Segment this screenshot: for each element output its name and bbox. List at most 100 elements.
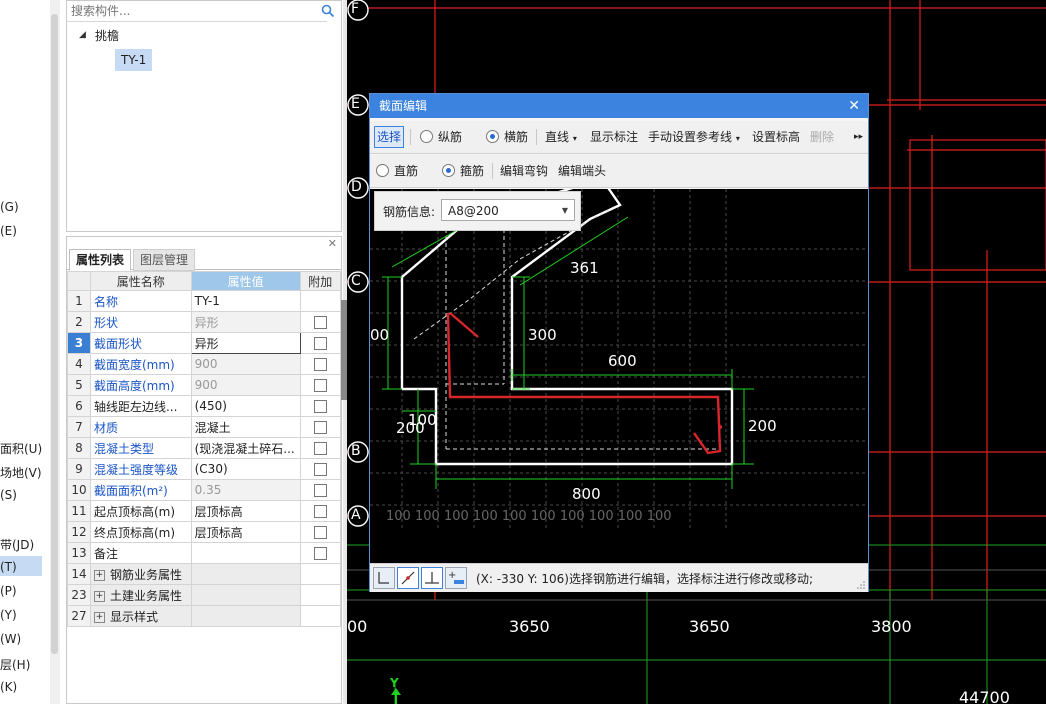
- property-row[interactable]: 1 名称 TY-1: [67, 290, 342, 312]
- property-extra[interactable]: [299, 521, 342, 543]
- strip-item[interactable]: 场地(V): [0, 464, 42, 481]
- property-value[interactable]: TY-1: [190, 290, 301, 312]
- property-row[interactable]: 9 混凝土强度等级 (C30): [67, 458, 342, 480]
- property-row[interactable]: 27 + 显示样式: [67, 605, 342, 627]
- property-value[interactable]: 异形: [190, 332, 301, 354]
- property-value[interactable]: 900: [190, 353, 301, 375]
- strip-item[interactable]: (G): [0, 200, 19, 214]
- left-scrollbar[interactable]: [50, 0, 60, 704]
- select-button[interactable]: 选择: [374, 126, 404, 148]
- edit-end-button[interactable]: 编辑端头: [558, 162, 606, 180]
- line-dropdown-button[interactable]: 直线 ▾: [545, 128, 577, 148]
- checkbox[interactable]: [313, 337, 327, 350]
- checkbox[interactable]: [313, 526, 327, 539]
- property-row[interactable]: 6 轴线距左边线... (450): [67, 395, 342, 417]
- checkbox[interactable]: [313, 358, 327, 371]
- property-value[interactable]: (现浇混凝土碎石...: [190, 437, 301, 459]
- collapse-triangle-icon[interactable]: ◢: [79, 30, 86, 40]
- checkbox[interactable]: [313, 505, 327, 518]
- property-extra[interactable]: [299, 353, 342, 375]
- radio-selected-icon[interactable]: [486, 130, 499, 143]
- property-value[interactable]: (450): [190, 395, 301, 417]
- search-input[interactable]: [67, 1, 327, 22]
- longitudinal-radio[interactable]: 纵筋: [420, 128, 462, 146]
- checkbox[interactable]: [313, 316, 327, 329]
- property-row[interactable]: 14 + 钢筋业务属性: [67, 563, 342, 585]
- property-row[interactable]: 4 截面宽度(mm) 900: [67, 353, 342, 375]
- stirrup-radio[interactable]: 箍筋: [442, 162, 484, 180]
- strip-item[interactable]: 面积(U): [0, 440, 42, 457]
- property-row[interactable]: 13 备注: [67, 542, 342, 564]
- edit-hook-button[interactable]: 编辑弯钩: [500, 162, 548, 180]
- property-extra[interactable]: [299, 395, 342, 417]
- property-extra[interactable]: [299, 458, 342, 480]
- property-value[interactable]: 层顶标高: [190, 521, 301, 543]
- property-row[interactable]: 12 终点顶标高(m) 层顶标高: [67, 521, 342, 543]
- property-row[interactable]: 2 形状 异形: [67, 311, 342, 333]
- property-row[interactable]: 7 材质 混凝土: [67, 416, 342, 438]
- property-row[interactable]: 23 + 土建业务属性: [67, 584, 342, 606]
- scrollbar-thumb[interactable]: [51, 14, 58, 654]
- close-icon[interactable]: ✕: [848, 94, 860, 118]
- radio-icon[interactable]: [420, 130, 433, 143]
- radio-selected-icon[interactable]: [442, 164, 455, 177]
- expand-plus-icon[interactable]: +: [93, 590, 105, 602]
- more-arrow-icon[interactable]: ▸▸: [854, 128, 863, 146]
- property-value[interactable]: [190, 605, 301, 627]
- strip-item[interactable]: (K): [0, 680, 17, 694]
- strip-item[interactable]: 带(JD): [0, 536, 34, 553]
- property-extra[interactable]: [299, 479, 342, 501]
- strip-item[interactable]: (S): [0, 488, 17, 502]
- tab-property-list[interactable]: 属性列表: [69, 249, 132, 271]
- rebar-info-select[interactable]: A8@200 ▼: [441, 199, 575, 221]
- checkbox[interactable]: [313, 421, 327, 434]
- property-row[interactable]: 5 截面高度(mm) 900: [67, 374, 342, 396]
- property-extra[interactable]: [299, 542, 342, 564]
- property-value[interactable]: 层顶标高: [190, 500, 301, 522]
- straight-bar-radio[interactable]: 直筋: [376, 162, 418, 180]
- manual-ref-line-button[interactable]: 手动设置参考线 ▾: [648, 128, 740, 148]
- snap-line-button[interactable]: [397, 567, 419, 589]
- property-row[interactable]: 10 截面面积(m²) 0.35: [67, 479, 342, 501]
- property-extra[interactable]: [299, 416, 342, 438]
- property-value[interactable]: [190, 584, 301, 606]
- property-group-name[interactable]: + 显示样式: [89, 605, 192, 627]
- checkbox[interactable]: [313, 400, 327, 413]
- property-extra[interactable]: [299, 311, 342, 333]
- delete-button[interactable]: 删除: [810, 128, 834, 146]
- property-value[interactable]: [190, 563, 301, 585]
- resize-grip-icon[interactable]: [857, 581, 865, 589]
- dimension-snap-button[interactable]: +: [445, 567, 467, 589]
- search-icon[interactable]: [321, 4, 335, 18]
- property-extra[interactable]: [299, 374, 342, 396]
- show-dimension-button[interactable]: 显示标注: [590, 128, 638, 146]
- strip-item[interactable]: (P): [0, 584, 17, 598]
- perpendicular-snap-button[interactable]: [421, 567, 443, 589]
- section-drawing-canvas[interactable]: 钢筋信息: A8@200 ▼ 361 00 300 600 100 200 20…: [370, 189, 868, 563]
- strip-item[interactable]: 层(H): [0, 656, 30, 673]
- strip-item[interactable]: (W): [0, 632, 21, 646]
- property-row[interactable]: 3 截面形状 异形: [67, 332, 342, 354]
- tab-layer-management[interactable]: 图层管理: [133, 249, 196, 271]
- property-group-name[interactable]: + 土建业务属性: [89, 584, 192, 606]
- property-row[interactable]: 11 起点顶标高(m) 层顶标高: [67, 500, 342, 522]
- checkbox[interactable]: [313, 484, 327, 497]
- expand-plus-icon[interactable]: +: [93, 569, 105, 581]
- property-value[interactable]: 900: [190, 374, 301, 396]
- property-row[interactable]: 8 混凝土类型 (现浇混凝土碎石...: [67, 437, 342, 459]
- property-extra[interactable]: [299, 500, 342, 522]
- checkbox[interactable]: [313, 442, 327, 455]
- property-group-name[interactable]: + 钢筋业务属性: [89, 563, 192, 585]
- strip-item[interactable]: (T): [0, 560, 17, 574]
- expand-plus-icon[interactable]: +: [93, 611, 105, 623]
- property-value[interactable]: 0.35: [190, 479, 301, 501]
- property-value[interactable]: [190, 542, 301, 564]
- property-value[interactable]: 异形: [190, 311, 301, 333]
- tree-node-root[interactable]: 挑檐: [95, 27, 119, 44]
- property-extra[interactable]: [299, 437, 342, 459]
- ortho-mode-button[interactable]: [373, 567, 395, 589]
- tree-node-selected[interactable]: TY-1: [115, 49, 153, 71]
- checkbox[interactable]: [313, 547, 327, 560]
- transverse-radio[interactable]: 横筋: [486, 128, 528, 146]
- checkbox[interactable]: [313, 379, 327, 392]
